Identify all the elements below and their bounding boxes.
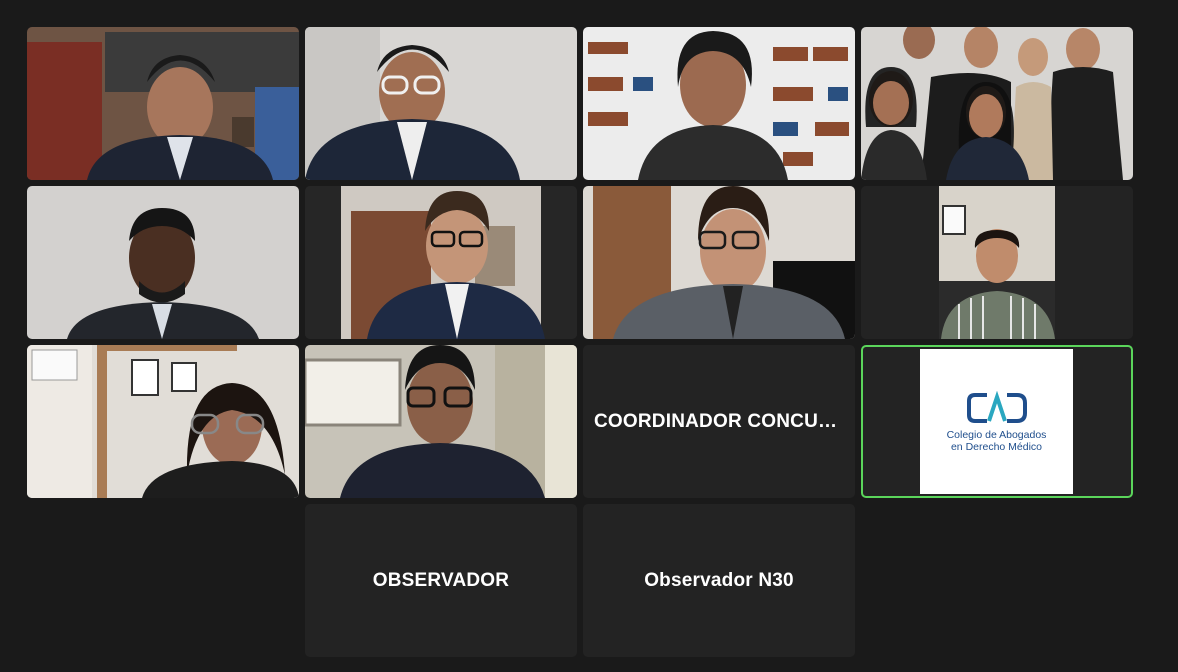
participant-2-video [305, 27, 577, 180]
name-tile-observador[interactable]: OBSERVADOR [305, 504, 577, 657]
logo-line-1: Colegio de Abogados [946, 428, 1047, 441]
name-tile-coordinador[interactable]: COORDINADOR CONCUR... [583, 345, 855, 498]
video-tile-participant-4[interactable] [861, 27, 1133, 180]
participant-5-video [27, 186, 299, 339]
participant-4-video [861, 27, 1133, 180]
organization-logo-card: Colegio de Abogados en Derecho Médico [920, 349, 1073, 494]
video-tile-participant-9[interactable] [27, 345, 299, 498]
video-tile-participant-10[interactable] [305, 345, 577, 498]
video-tile-participant-8[interactable] [861, 186, 1133, 339]
participant-name: Observador N30 [644, 569, 794, 591]
participant-10-video [305, 345, 577, 498]
logo-line-2: en Derecho Médico [950, 440, 1043, 453]
video-tile-participant-2[interactable] [305, 27, 577, 180]
participant-3-video [583, 27, 855, 180]
participant-8-video [861, 186, 1133, 339]
logo-caption: Colegio de Abogados en Derecho Médico [947, 429, 1047, 453]
participant-9-video [27, 345, 299, 498]
cam-logo-icon [966, 390, 1027, 423]
participant-7-video [583, 186, 855, 339]
participant-name: COORDINADOR CONCUR... [594, 410, 844, 432]
video-tile-participant-7[interactable] [583, 186, 855, 339]
video-tile-colegio-logo[interactable]: Colegio de Abogados en Derecho Médico [861, 345, 1133, 498]
video-tile-participant-5[interactable] [27, 186, 299, 339]
name-tile-observador-n30[interactable]: Observador N30 [583, 504, 855, 657]
video-tile-participant-6[interactable] [305, 186, 577, 339]
video-tile-participant-3[interactable] [583, 27, 855, 180]
participant-1-video [27, 27, 299, 180]
participant-6-video [305, 186, 577, 339]
video-tile-participant-1[interactable] [27, 27, 299, 180]
participant-name: OBSERVADOR [372, 569, 510, 591]
